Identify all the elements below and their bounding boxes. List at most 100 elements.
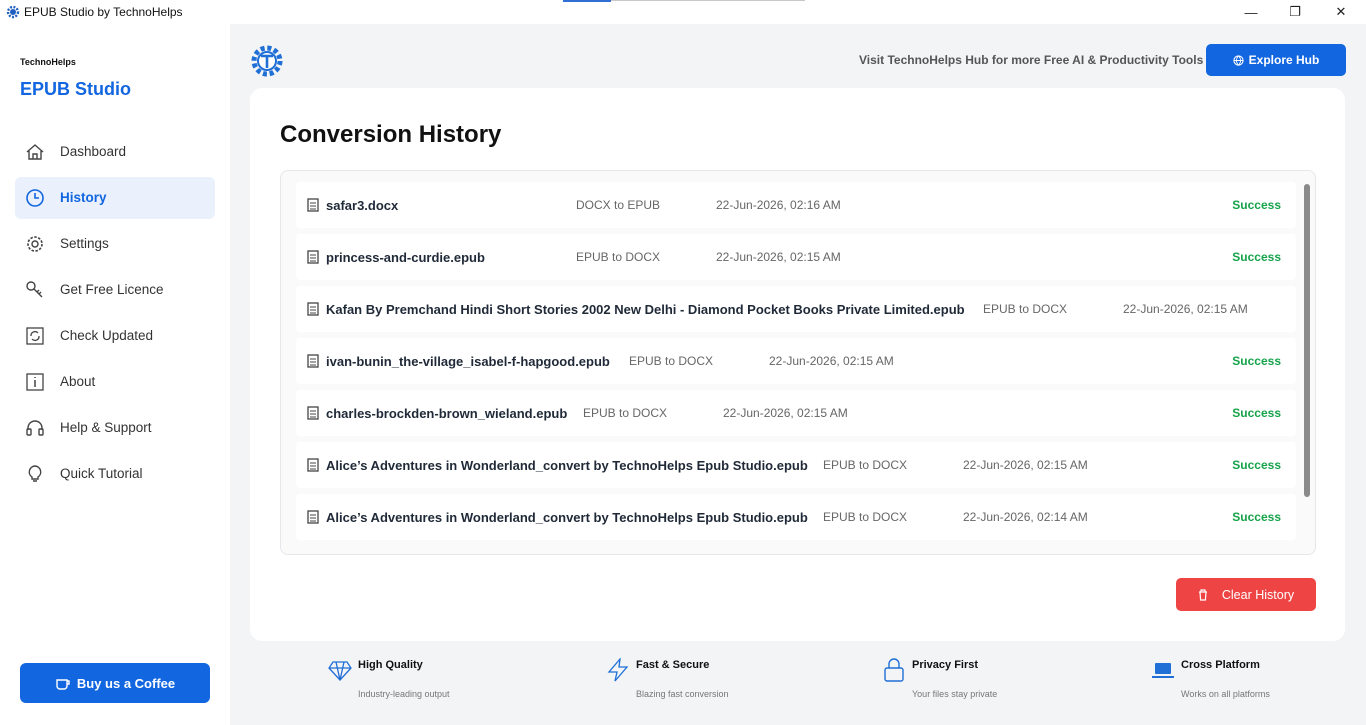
buy-coffee-label: Buy us a Coffee xyxy=(76,675,176,691)
coffee-icon xyxy=(56,679,70,690)
clear-history-label: Clear History xyxy=(1221,587,1295,602)
page-title: Conversion History xyxy=(280,121,502,148)
sidebar-item-check-updated[interactable]: Check Updated xyxy=(15,315,215,357)
app-gear-icon xyxy=(6,5,20,19)
file-name: Kafan By Premchand Hindi Short Stories 2… xyxy=(326,302,965,317)
window-tab-indicator xyxy=(563,0,611,2)
feature-subtitle: Blazing fast conversion xyxy=(636,689,729,699)
sidebar-item-label: Settings xyxy=(60,236,109,251)
globe-icon xyxy=(1233,54,1244,66)
feature-title: Fast & Secure xyxy=(636,659,710,671)
document-icon xyxy=(307,458,319,472)
sidebar-item-label: Help & Support xyxy=(60,420,152,435)
sidebar-item-label: About xyxy=(60,374,96,389)
minimize-button[interactable]: — xyxy=(1228,0,1274,24)
feature-high-quality: High Quality Industry-leading output xyxy=(328,652,528,702)
home-icon xyxy=(26,144,44,160)
lock-icon xyxy=(884,658,904,682)
sidebar-item-history[interactable]: History xyxy=(15,177,215,219)
lightning-icon xyxy=(607,658,629,682)
conversion-date: 22-Jun-2026, 02:15 AM xyxy=(716,250,841,264)
history-row[interactable]: Kafan By Premchand Hindi Short Stories 2… xyxy=(296,286,1296,332)
brand-company: TechnoHelps xyxy=(20,57,76,67)
info-icon xyxy=(26,373,44,391)
lightbulb-icon xyxy=(28,465,42,482)
document-icon xyxy=(307,354,319,368)
clock-icon xyxy=(26,189,44,207)
buy-coffee-button[interactable]: Buy us a Coffee xyxy=(20,663,210,703)
history-row[interactable]: Alice’s Adventures in Wonderland_convert… xyxy=(296,494,1296,540)
laptop-icon xyxy=(1152,663,1174,678)
history-row[interactable]: charles-brockden-brown_wieland.epub EPUB… xyxy=(296,390,1296,436)
conversion-date: 22-Jun-2026, 02:16 AM xyxy=(716,198,841,212)
refresh-icon xyxy=(26,327,44,345)
conversion-type: EPUB to DOCX xyxy=(583,406,668,420)
history-row[interactable]: princess-and-curdie.epub EPUB to DOCX 22… xyxy=(296,234,1296,280)
maximize-button[interactable]: ❐ xyxy=(1272,0,1318,24)
sidebar-item-label: History xyxy=(60,190,107,205)
history-row[interactable]: Alice’s Adventures in Wonderland_convert… xyxy=(296,442,1296,488)
feature-title: High Quality xyxy=(358,659,423,671)
main-panel: Visit TechnoHelps Hub for more Free AI &… xyxy=(230,24,1366,725)
conversion-date: 22-Jun-2026, 02:15 AM xyxy=(963,458,1088,472)
history-list: safar3.docx DOCX to EPUB 22-Jun-2026, 02… xyxy=(280,170,1316,555)
status-badge: Success xyxy=(1232,250,1281,264)
sidebar-item-label: Quick Tutorial xyxy=(60,466,143,481)
file-name: ivan-bunin_the-village_isabel-f-hapgood.… xyxy=(326,354,610,369)
file-name: charles-brockden-brown_wieland.epub xyxy=(326,406,568,421)
sidebar-item-about[interactable]: About xyxy=(15,361,215,403)
conversion-type: EPUB to DOCX xyxy=(629,354,714,368)
sidebar-item-dashboard[interactable]: Dashboard xyxy=(15,131,215,173)
conversion-date: 22-Jun-2026, 02:15 AM xyxy=(1123,302,1248,316)
feature-privacy-first: Privacy First Your files stay private xyxy=(882,652,1082,702)
gear-icon xyxy=(27,236,43,252)
sidebar-item-label: Get Free Licence xyxy=(60,282,164,297)
status-badge: Success xyxy=(1232,354,1281,368)
history-scrollbar[interactable] xyxy=(1304,184,1310,497)
headset-icon xyxy=(26,420,44,436)
key-icon xyxy=(26,281,43,298)
brand-app-name: EPUB Studio xyxy=(20,79,131,99)
history-row[interactable]: safar3.docx DOCX to EPUB 22-Jun-2026, 02… xyxy=(296,182,1296,228)
window-tab-divider xyxy=(611,0,805,1)
document-icon xyxy=(307,302,319,316)
title-bar: EPUB Studio by TechnoHelps — ❐ ✕ xyxy=(0,0,1366,24)
file-name: princess-and-curdie.epub xyxy=(326,250,485,265)
feature-subtitle: Works on all platforms xyxy=(1181,689,1270,699)
trash-icon xyxy=(1198,588,1207,601)
feature-subtitle: Your files stay private xyxy=(912,689,998,699)
clear-history-button[interactable]: Clear History xyxy=(1176,578,1316,611)
window-title: EPUB Studio by TechnoHelps xyxy=(24,5,183,19)
file-name: safar3.docx xyxy=(326,198,399,213)
status-badge: Success xyxy=(1232,198,1281,212)
document-icon xyxy=(307,198,319,212)
explore-hub-label: Explore Hub xyxy=(1248,53,1320,67)
logo-gear-icon xyxy=(251,45,283,77)
history-row[interactable]: ivan-bunin_the-village_isabel-f-hapgood.… xyxy=(296,338,1296,384)
sidebar-item-settings[interactable]: Settings xyxy=(15,223,215,265)
visit-hub-text: Visit TechnoHelps Hub for more Free AI &… xyxy=(859,53,1204,67)
sidebar-item-quick-tutorial[interactable]: Quick Tutorial xyxy=(15,453,215,495)
diamond-icon xyxy=(328,661,352,681)
sidebar-item-help-support[interactable]: Help & Support xyxy=(15,407,215,449)
conversion-date: 22-Jun-2026, 02:14 AM xyxy=(963,510,1088,524)
feature-title: Cross Platform xyxy=(1181,659,1260,671)
feature-cross-platform: Cross Platform Works on all platforms xyxy=(1151,652,1351,702)
sidebar-item-label: Dashboard xyxy=(60,144,127,159)
conversion-date: 22-Jun-2026, 02:15 AM xyxy=(769,354,894,368)
sidebar-item-get-free-licence[interactable]: Get Free Licence xyxy=(15,269,215,311)
file-name: Alice’s Adventures in Wonderland_convert… xyxy=(326,458,808,473)
sidebar-item-label: Check Updated xyxy=(60,328,154,343)
document-icon xyxy=(307,406,319,420)
feature-subtitle: Industry-leading output xyxy=(358,689,450,699)
feature-title: Privacy First xyxy=(912,659,979,671)
conversion-type: EPUB to DOCX xyxy=(983,302,1068,316)
conversion-type: EPUB to DOCX xyxy=(823,458,908,472)
status-badge: Success xyxy=(1232,510,1281,524)
sidebar: TechnoHelps EPUB Studio Dashboard Histor… xyxy=(0,24,230,725)
conversion-type: EPUB to DOCX xyxy=(823,510,908,524)
explore-hub-button[interactable]: Explore Hub xyxy=(1206,44,1346,76)
close-button[interactable]: ✕ xyxy=(1318,0,1364,24)
status-badge: Success xyxy=(1232,406,1281,420)
conversion-type: DOCX to EPUB xyxy=(576,198,661,212)
